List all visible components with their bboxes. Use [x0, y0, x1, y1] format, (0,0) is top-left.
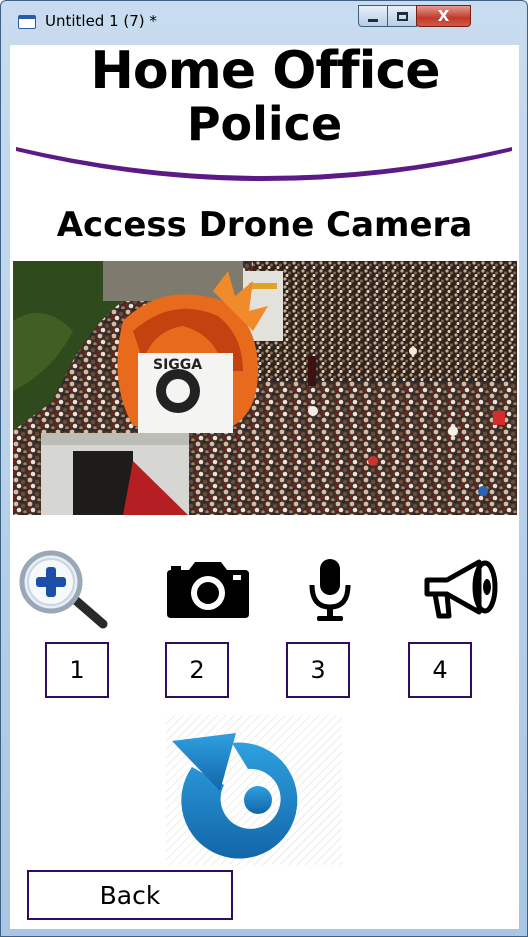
close-button[interactable]: X: [416, 5, 471, 27]
page-heading: Access Drone Camera: [56, 205, 473, 245]
camera-icon: [167, 562, 249, 618]
option-4-button[interactable]: 4: [408, 642, 472, 698]
megaphone-icon: [424, 559, 498, 619]
zoom-in-button[interactable]: [14, 550, 114, 630]
back-button[interactable]: Back: [27, 870, 233, 920]
refresh-button[interactable]: [166, 715, 342, 865]
minimize-icon: [368, 18, 378, 22]
option-2-button[interactable]: 2: [165, 642, 229, 698]
minimize-button[interactable]: [358, 5, 388, 27]
zoom-in-icon: [19, 550, 108, 629]
app-window-icon: [18, 15, 36, 29]
maximize-button[interactable]: [387, 5, 417, 27]
camera-button[interactable]: [162, 550, 254, 630]
brand-swoosh: [16, 147, 512, 181]
app-content: Home Office Police Access Drone Camera S…: [10, 45, 519, 929]
option-3-button[interactable]: 3: [286, 642, 350, 698]
megaphone-button[interactable]: [420, 550, 502, 630]
window-title: Untitled 1 (7) *: [45, 12, 157, 30]
brand-title: Home Office: [90, 45, 440, 101]
microphone-icon: [309, 559, 351, 621]
close-icon: X: [437, 6, 450, 25]
microphone-button[interactable]: [300, 550, 360, 630]
banner-text: SIGGA: [153, 357, 202, 373]
title-bar[interactable]: Untitled 1 (7) * X: [1, 1, 528, 45]
maximize-icon: [396, 11, 408, 21]
option-1-button[interactable]: 1: [45, 642, 109, 698]
application-window: Untitled 1 (7) * X Home Office Police Ac…: [0, 0, 528, 937]
drone-camera-feed[interactable]: SIGGA: [13, 261, 517, 515]
